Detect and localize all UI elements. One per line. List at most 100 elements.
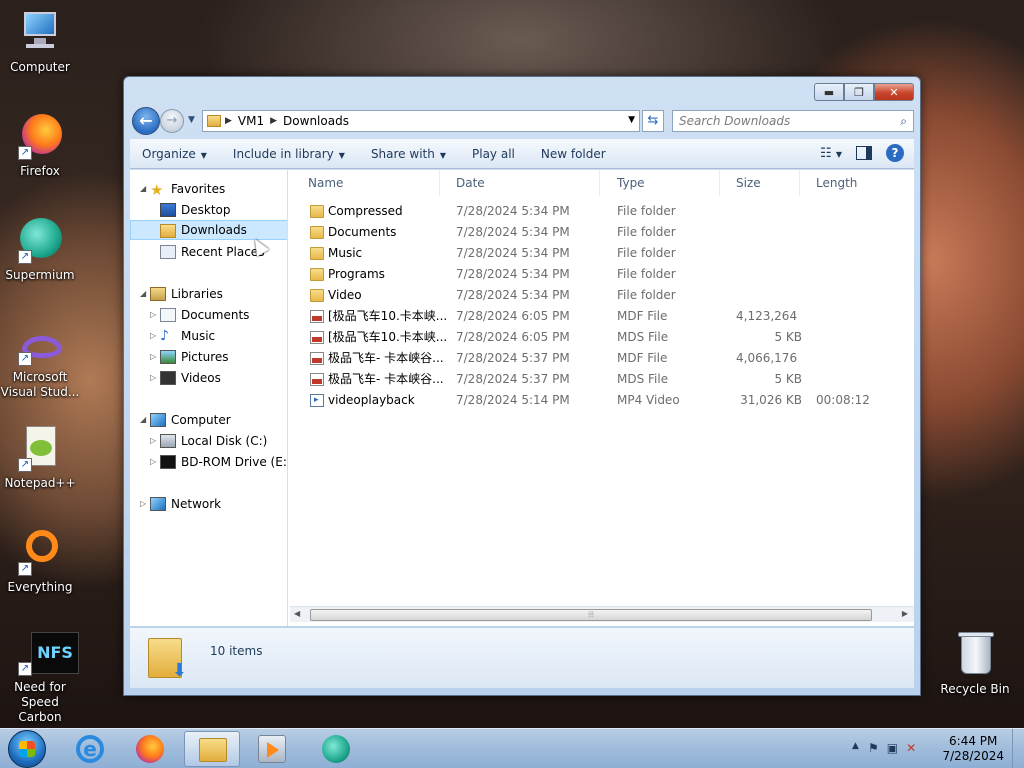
desktop-icon-everything[interactable]: ↗ Everything (0, 528, 80, 594)
desktop-icon-notepadpp[interactable]: ↗ Notepad++ (0, 424, 80, 490)
desktop-icon-visual-studio[interactable]: ↗ Microsoft Visual Stud... (0, 330, 80, 400)
show-desktop-button[interactable] (1012, 729, 1024, 768)
preview-pane-icon[interactable] (856, 146, 872, 160)
play-all-button[interactable]: Play all (460, 147, 529, 161)
column-header-type[interactable]: Type (600, 170, 720, 196)
organize-button[interactable]: Organize ▼ (130, 147, 221, 161)
view-options-icon[interactable]: ☷ ▼ (820, 146, 842, 161)
file-date: 7/28/2024 5:37 PM (456, 372, 570, 386)
search-input[interactable]: Search Downloads ⌕ (672, 110, 914, 132)
minimize-icon: ▬ (823, 85, 835, 99)
file-type: File folder (617, 204, 676, 218)
file-row[interactable]: 极品飞车- 卡本峡谷... 7/28/2024 5:37 PM MDS File 5 … (290, 369, 910, 390)
file-size: 4,066,176 KB (736, 351, 802, 365)
refresh-button[interactable]: ⇆ (642, 110, 664, 132)
expand-icon[interactable]: ◢ (140, 410, 146, 430)
file-row[interactable]: Music 7/28/2024 5:34 PM File folder (290, 243, 910, 264)
new-folder-button[interactable]: New folder (529, 147, 620, 161)
taskbar-ie[interactable]: e (62, 731, 118, 767)
nav-downloads[interactable]: Downloads (130, 220, 287, 240)
desktop-icon-computer[interactable]: Computer (0, 8, 80, 74)
title-bar[interactable]: ▬ ❐ ✕ (124, 77, 920, 107)
folder-icon (310, 205, 324, 218)
forward-button[interactable]: → (160, 109, 184, 133)
downloads-folder-icon (160, 224, 176, 238)
file-row[interactable]: [极品飞车10.卡本峡... 7/28/2024 6:05 PM MDF File 4… (290, 306, 910, 327)
expand-icon[interactable]: ◢ (140, 179, 146, 199)
taskbar-media-player[interactable] (244, 731, 300, 767)
folder-icon (310, 289, 324, 302)
file-date: 7/28/2024 6:05 PM (456, 330, 570, 344)
nav-music[interactable]: ▷ ♪ Music (130, 326, 287, 346)
scrollbar-thumb[interactable]: ⦙⦙⦙ (310, 609, 872, 621)
file-row[interactable]: Video 7/28/2024 5:34 PM File folder (290, 285, 910, 306)
close-button[interactable]: ✕ (874, 83, 914, 101)
column-header-length[interactable]: Length (800, 170, 910, 196)
file-row[interactable]: Programs 7/28/2024 5:34 PM File folder (290, 264, 910, 285)
nav-favorites[interactable]: ◢ ★ Favorites (130, 179, 287, 199)
address-dropdown-icon[interactable]: ▼ (628, 115, 635, 125)
desktop-icon-nfs-carbon[interactable]: NFS ↗ Need for Speed Carbon (0, 630, 80, 725)
network-icon[interactable]: ▣ (887, 741, 906, 755)
nav-pictures[interactable]: ▷ Pictures (130, 347, 287, 367)
taskbar-firefox[interactable] (122, 731, 178, 767)
nav-bd-rom[interactable]: ▷ BD-ROM Drive (E:) N (130, 452, 287, 472)
action-center-flag-icon[interactable]: ⚑ (868, 741, 887, 755)
nav-libraries[interactable]: ◢ Libraries (130, 284, 287, 304)
column-header-date[interactable]: Date (440, 170, 600, 196)
scroll-left-icon[interactable]: ◀ (294, 609, 300, 618)
help-icon[interactable]: ? (886, 144, 904, 162)
file-row[interactable]: [极品飞车10.卡本峡... 7/28/2024 6:05 PM MDS File 5… (290, 327, 910, 348)
nav-videos[interactable]: ▷ Videos (130, 368, 287, 388)
address-bar[interactable]: ▶ VM1 ▶ Downloads ▼ (202, 110, 640, 132)
expand-icon[interactable]: ▷ (150, 452, 156, 472)
breadcrumb-vm1[interactable]: VM1 (238, 114, 264, 128)
desktop-icon-firefox[interactable]: ↗ Firefox (0, 112, 80, 178)
expand-icon[interactable]: ▷ (140, 494, 146, 514)
nav-computer[interactable]: ◢ Computer (130, 410, 287, 430)
file-name: [极品飞车10.卡本峡... (328, 330, 446, 344)
file-name: Programs (328, 267, 385, 281)
file-row[interactable]: 极品飞车- 卡本峡谷... 7/28/2024 5:37 PM MDF File 4,… (290, 348, 910, 369)
taskbar-explorer[interactable] (184, 731, 240, 767)
file-row[interactable]: Compressed 7/28/2024 5:34 PM File folder (290, 201, 910, 222)
media-player-icon (258, 735, 286, 763)
nav-local-disk[interactable]: ▷ Local Disk (C:) (130, 431, 287, 451)
expand-icon[interactable]: ▷ (150, 347, 156, 367)
desktop-icon-recycle-bin[interactable]: Recycle Bin (935, 630, 1015, 696)
expand-icon[interactable]: ▷ (150, 368, 156, 388)
expand-icon[interactable]: ▷ (150, 326, 156, 346)
nav-documents[interactable]: ▷ Documents (130, 305, 287, 325)
expand-icon[interactable]: ▷ (150, 431, 156, 451)
star-icon: ★ (150, 181, 164, 199)
expand-icon[interactable]: ◢ (140, 284, 146, 304)
breadcrumb-downloads[interactable]: Downloads (283, 114, 349, 128)
horizontal-scrollbar[interactable]: ◀ ⦙⦙⦙ ▶ (290, 606, 914, 622)
taskbar-supermium[interactable] (308, 731, 364, 767)
volume-muted-icon[interactable]: ✕ (906, 741, 924, 755)
file-row[interactable]: Documents 7/28/2024 5:34 PM File folder (290, 222, 910, 243)
details-pane: 10 items (130, 628, 914, 688)
nav-desktop[interactable]: Desktop (130, 200, 287, 220)
scroll-right-icon[interactable]: ▶ (902, 609, 908, 618)
nav-network[interactable]: ▷ Network (130, 494, 287, 514)
maximize-button[interactable]: ❐ (844, 83, 874, 101)
back-button[interactable]: ← (132, 107, 160, 135)
file-row[interactable]: videoplayback 7/28/2024 5:14 PM MP4 Video 3… (290, 390, 910, 411)
search-icon[interactable]: ⌕ (900, 111, 907, 131)
show-hidden-icons-icon[interactable]: ▲ (852, 741, 859, 751)
breadcrumb-separator-icon[interactable]: ▶ (225, 116, 232, 126)
system-tray: ▲ ⚑▣✕ 6:44 PM 7/28/2024 (824, 729, 1024, 768)
clock[interactable]: 6:44 PM 7/28/2024 (942, 734, 1004, 764)
share-with-button[interactable]: Share with ▼ (359, 147, 460, 161)
minimize-button[interactable]: ▬ (814, 83, 844, 101)
include-in-library-button[interactable]: Include in library ▼ (221, 147, 359, 161)
column-header-size[interactable]: Size (720, 170, 800, 196)
column-header-name[interactable]: Name (290, 170, 440, 196)
recent-pages-dropdown[interactable]: ▼ (188, 115, 195, 125)
expand-icon[interactable]: ▷ (150, 305, 156, 325)
start-button[interactable] (8, 730, 46, 768)
clock-time: 6:44 PM (949, 734, 998, 748)
desktop-icon-supermium[interactable]: ↗ Supermium (0, 216, 80, 282)
breadcrumb-separator-icon[interactable]: ▶ (270, 116, 277, 126)
